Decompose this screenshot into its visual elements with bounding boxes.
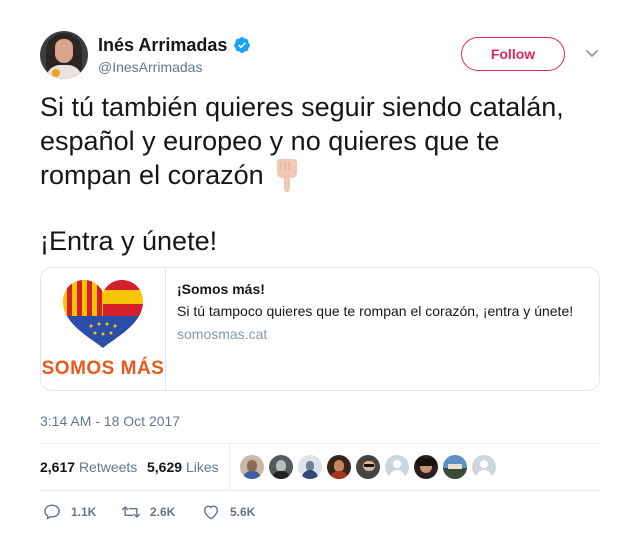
liker-avatar[interactable] [443, 455, 467, 479]
like-action[interactable]: 5.6K [201, 502, 255, 522]
liker-avatars [240, 455, 496, 479]
tweet-timestamp[interactable]: 3:14 AM - 18 Oct 2017 [40, 413, 180, 429]
tweet-line: español y europeo y no quieres que te [40, 126, 500, 156]
divider [40, 490, 600, 491]
liker-avatar[interactable] [327, 455, 351, 479]
card-description: Si tú tampoco quieres que te rompan el c… [177, 303, 574, 319]
tweet-line-last: rompan el corazón [40, 158, 600, 194]
heart-flag-logo-icon [63, 280, 143, 348]
call-to-action: ¡Entra y únete! [40, 226, 218, 256]
avatar[interactable] [40, 31, 88, 79]
chevron-down-icon[interactable] [585, 46, 599, 60]
liker-avatar-default[interactable] [385, 455, 409, 479]
display-name[interactable]: Inés Arrimadas [98, 34, 227, 56]
tweet-line: Si tú también quieres seguir siendo cata… [40, 92, 564, 122]
liker-avatar[interactable] [298, 455, 322, 479]
retweet-count: 2.6K [150, 505, 176, 519]
tweet-text: Si tú también quieres seguir siendo cata… [40, 90, 600, 194]
liker-avatar[interactable] [240, 455, 264, 479]
reply-action[interactable]: 1.1K [42, 502, 96, 522]
stats-separator [229, 444, 230, 490]
retweets-label: Retweets [78, 459, 138, 475]
tweet-actions: 1.1K 2.6K 5.6K [40, 500, 600, 524]
user-handle[interactable]: @InesArrimadas [98, 58, 251, 76]
card-domain: somosmas.cat [177, 326, 268, 342]
liker-avatar[interactable] [356, 455, 380, 479]
liker-avatar-default[interactable] [472, 455, 496, 479]
card-logo-text: SOMOS MÁS [41, 358, 165, 379]
heart-icon [204, 505, 218, 520]
reply-icon [44, 504, 60, 520]
author-block: Inés Arrimadas @InesArrimadas [98, 34, 251, 76]
tweet-header: Inés Arrimadas @InesArrimadas Follow [40, 30, 600, 80]
follow-button[interactable]: Follow [461, 37, 565, 71]
likes-stat[interactable]: 5,629 Likes [147, 459, 219, 475]
card-title[interactable]: ¡Somos más! [177, 281, 265, 297]
engagement-stats: 2,617 Retweets 5,629 Likes [40, 444, 600, 490]
reply-count: 1.1K [71, 505, 97, 519]
pointing-down-hand-icon [276, 159, 297, 192]
like-count: 5.6K [230, 505, 256, 519]
retweet-action[interactable]: 2.6K [121, 502, 175, 522]
link-card[interactable]: SOMOS MÁS ¡Somos más! Si tú tampoco quie… [40, 267, 600, 391]
card-image[interactable]: SOMOS MÁS [41, 268, 166, 390]
likes-label: Likes [185, 459, 219, 475]
verified-badge-icon [234, 37, 251, 53]
liker-avatar[interactable] [269, 455, 293, 479]
retweets-count: 2,617 [40, 459, 76, 475]
retweet-icon [121, 506, 141, 518]
liker-avatar[interactable] [414, 455, 438, 479]
retweets-stat[interactable]: 2,617 Retweets [40, 459, 137, 475]
likes-count: 5,629 [147, 459, 183, 475]
